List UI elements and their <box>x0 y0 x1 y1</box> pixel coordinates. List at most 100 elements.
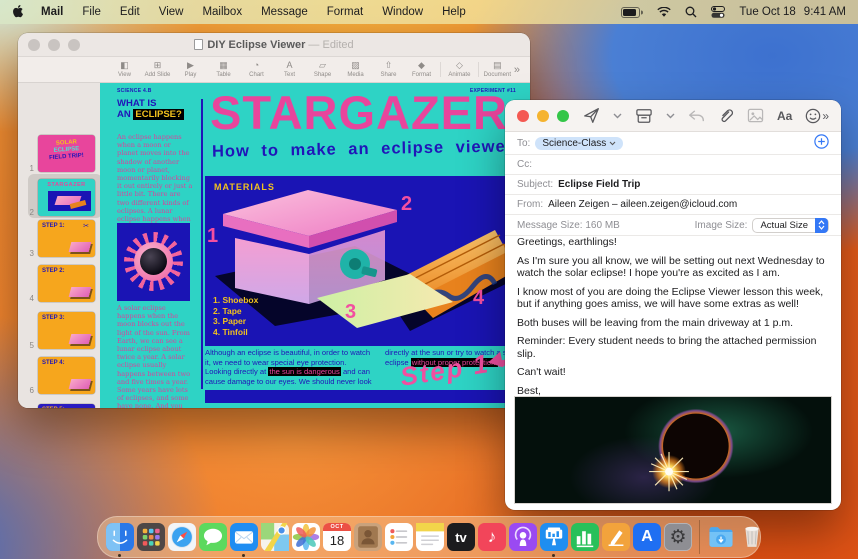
text-icon: A <box>286 60 293 70</box>
slide-thumbnail-1[interactable]: SOLAR ECLIPSE FIELD TRIP! <box>38 135 95 172</box>
menu-bar: Mail File Edit View Mailbox Message Form… <box>0 0 858 24</box>
battery-icon[interactable] <box>621 6 644 18</box>
dock-trash-icon[interactable] <box>738 523 766 551</box>
dock-tv-icon[interactable]: tv <box>447 523 475 551</box>
message-body-editor[interactable]: Greetings, earthlings! As I'm sure you a… <box>517 236 827 410</box>
format-button[interactable]: ◆ Format <box>405 57 438 82</box>
chart-button[interactable]: ◔ Chart <box>240 57 273 82</box>
attach-icon[interactable] <box>718 107 734 124</box>
slide-thumbnail-3[interactable]: STEP 1: ✂ <box>38 220 95 257</box>
slide-navigator: 1 SOLAR ECLIPSE FIELD TRIP! 2 STARGAZER … <box>18 83 102 408</box>
menu-help[interactable]: Help <box>442 6 466 18</box>
materials-illustration[interactable]: MATERIALS 1 2 3 4 1. Shoebox 2. Tape 3. … <box>205 176 530 346</box>
token-chevron-icon <box>609 141 616 145</box>
dock-maps-icon[interactable] <box>261 523 289 551</box>
slide-thumbnail-6[interactable]: STEP 4: <box>38 357 95 394</box>
wifi-icon[interactable] <box>657 6 672 18</box>
view-button[interactable]: ◧ View <box>108 57 141 82</box>
subject-label: Subject: <box>517 179 554 190</box>
reply-icon[interactable] <box>688 109 705 123</box>
dock-downloads-folder-icon[interactable] <box>707 523 735 551</box>
dock-appstore-icon[interactable]: A <box>633 523 661 551</box>
search-icon[interactable] <box>685 6 697 18</box>
slide-thumbnail-5[interactable]: STEP 3: <box>38 312 95 349</box>
subject-field[interactable]: Subject: Eclipse Field Trip <box>505 175 841 195</box>
toolbar-overflow-chevron[interactable]: » <box>514 64 520 76</box>
body-paragraph: Both buses will be leaving from the main… <box>517 316 794 329</box>
minimize-button[interactable] <box>537 109 549 122</box>
add-slide-button[interactable]: ⊞ Add Slide <box>141 57 174 82</box>
add-recipient-button[interactable] <box>814 134 829 149</box>
dock-finder-icon[interactable] <box>106 523 134 557</box>
play-button[interactable]: ▶ Play <box>174 57 207 82</box>
image-size-dropdown[interactable]: Actual Size <box>752 217 829 233</box>
dock-keynote-icon[interactable] <box>540 523 568 557</box>
menu-format[interactable]: Format <box>327 6 363 18</box>
save-options-chevron[interactable] <box>666 113 675 119</box>
slide-footer-column-1[interactable]: Although an eclipse is beautiful, in ord… <box>205 348 375 386</box>
dock-mail-icon[interactable] <box>230 523 258 557</box>
menu-view[interactable]: View <box>159 6 184 18</box>
dock-messages-icon[interactable] <box>199 523 227 551</box>
close-button[interactable] <box>517 109 529 122</box>
slide-canvas[interactable]: SCIENCE 4.B EXPERIMENT #11 WHAT IS AN ECL… <box>100 83 530 408</box>
eclipse-photo-attachment[interactable] <box>514 396 832 504</box>
dock-podcasts-icon[interactable] <box>509 523 537 551</box>
table-button[interactable]: ▦ Table <box>207 57 240 82</box>
mail-compose-window[interactable]: Aa » To: Science-Class Cc: Subject: Eclip… <box>505 100 841 510</box>
keynote-window[interactable]: DIY Eclipse Viewer — Edited ◧ View ⊞ Add S… <box>18 33 530 408</box>
menu-edit[interactable]: Edit <box>120 6 140 18</box>
menubar-time[interactable]: 9:41 AM <box>804 6 846 18</box>
menubar-date[interactable]: Tue Oct 18 <box>739 6 795 18</box>
dock-notes-icon[interactable] <box>416 523 444 551</box>
menu-message[interactable]: Message <box>261 6 308 18</box>
share-button[interactable]: ⇧ Share <box>372 57 405 82</box>
send-icon[interactable] <box>583 107 600 124</box>
dock-photos-icon[interactable] <box>292 523 320 551</box>
apple-menu-icon[interactable] <box>12 4 25 21</box>
slide-paragraph-2[interactable]: A solar eclipse happens when the moon bl… <box>117 304 193 408</box>
dock-launchpad-icon[interactable] <box>137 523 165 551</box>
to-field[interactable]: To: Science-Class <box>505 132 841 155</box>
document-toolbar-icon: ▤ <box>493 60 502 70</box>
slide-title[interactable]: STARGAZER <box>210 85 508 140</box>
document-button[interactable]: ▤ Document <box>481 57 514 82</box>
dock-contacts-icon[interactable] <box>354 523 382 551</box>
media-button[interactable]: ▨ Media <box>339 57 372 82</box>
cc-field[interactable]: Cc: <box>505 155 841 175</box>
thumb-materials-box <box>48 191 91 211</box>
animate-button[interactable]: ◇ Animate <box>443 57 476 82</box>
format-text-button[interactable]: Aa <box>777 109 792 123</box>
dock-settings-icon[interactable]: ⚙ <box>664 523 692 551</box>
menu-window[interactable]: Window <box>382 6 423 18</box>
shape-button[interactable]: ▱ Shape <box>306 57 339 82</box>
dock: OCT 18 tv ♪ A ⚙ <box>97 516 761 558</box>
send-options-chevron[interactable] <box>613 113 622 119</box>
slide-heading[interactable]: WHAT IS AN ECLIPSE? <box>117 98 197 120</box>
slide-thumbnail-7[interactable]: STEP 5: <box>38 404 95 408</box>
dock-safari-icon[interactable] <box>168 523 196 551</box>
dock-calendar-icon[interactable]: OCT 18 <box>323 523 351 551</box>
dock-reminders-icon[interactable] <box>385 523 413 551</box>
zoom-button[interactable] <box>557 109 569 122</box>
text-button[interactable]: A Text <box>273 57 306 82</box>
sun-eclipse-illustration[interactable] <box>117 223 190 301</box>
more-toolbar-chevrons[interactable]: » <box>822 109 829 123</box>
table-icon: ▦ <box>219 60 228 70</box>
control-center-icon[interactable] <box>711 6 726 18</box>
recipient-token[interactable]: Science-Class <box>535 136 624 150</box>
slide-thumbnail-2[interactable]: STARGAZER <box>38 179 95 216</box>
dock-music-icon[interactable]: ♪ <box>478 523 506 551</box>
slide-thumbnail-4[interactable]: STEP 2: <box>38 265 95 302</box>
from-field[interactable]: From: Aileen Zeigen – aileen.zeigen@iclou… <box>505 195 841 215</box>
to-label: To: <box>517 137 531 149</box>
dock-numbers-icon[interactable] <box>571 523 599 551</box>
save-draft-icon[interactable] <box>635 108 653 124</box>
menu-file[interactable]: File <box>82 6 101 18</box>
menu-mailbox[interactable]: Mailbox <box>202 6 242 18</box>
slide-subtitle[interactable]: How to make an eclipse viewer! <box>212 137 520 161</box>
emoji-icon[interactable] <box>805 108 821 124</box>
menu-mail[interactable]: Mail <box>41 6 63 18</box>
dock-pages-icon[interactable] <box>602 523 630 551</box>
insert-photo-icon[interactable] <box>747 108 764 123</box>
